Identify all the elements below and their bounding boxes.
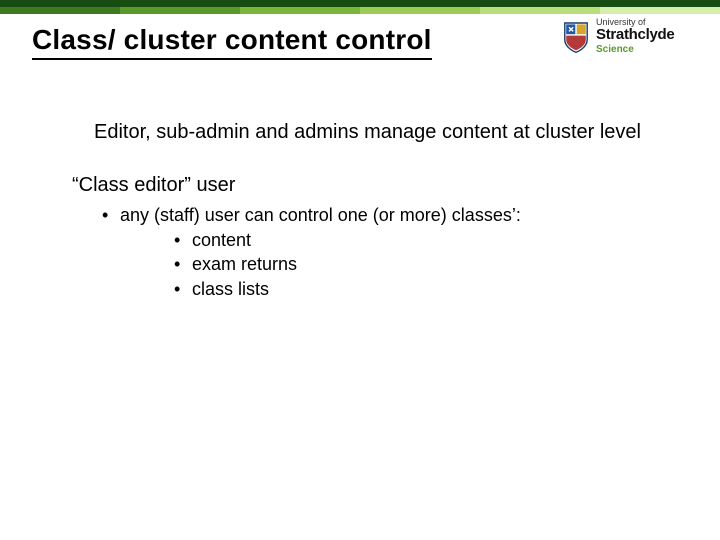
page-title: Class/ cluster content control	[32, 24, 432, 60]
slide-body: Editor, sub-admin and admins manage cont…	[72, 120, 652, 302]
university-logo: University of Strathclyde Science	[562, 18, 702, 56]
list-item: class lists	[174, 278, 652, 301]
bullet-list-level2: content exam returns class lists	[174, 229, 652, 301]
slide: Class/ cluster content control Universit…	[0, 0, 720, 540]
bullet-list-level1: any (staff) user can control one (or mor…	[102, 204, 652, 300]
crest-icon	[562, 20, 590, 54]
logo-name: Strathclyde	[596, 27, 674, 43]
bullet-main-text: any (staff) user can control one (or mor…	[120, 205, 521, 225]
decorative-top-bar	[0, 0, 720, 14]
title-wrap: Class/ cluster content control	[32, 24, 532, 60]
list-item: exam returns	[174, 253, 652, 276]
list-item: any (staff) user can control one (or mor…	[102, 204, 652, 300]
logo-faculty: Science	[596, 45, 674, 56]
body-paragraph-1: Editor, sub-admin and admins manage cont…	[72, 120, 652, 145]
list-item: content	[174, 229, 652, 252]
body-subheader: “Class editor” user	[72, 173, 652, 198]
